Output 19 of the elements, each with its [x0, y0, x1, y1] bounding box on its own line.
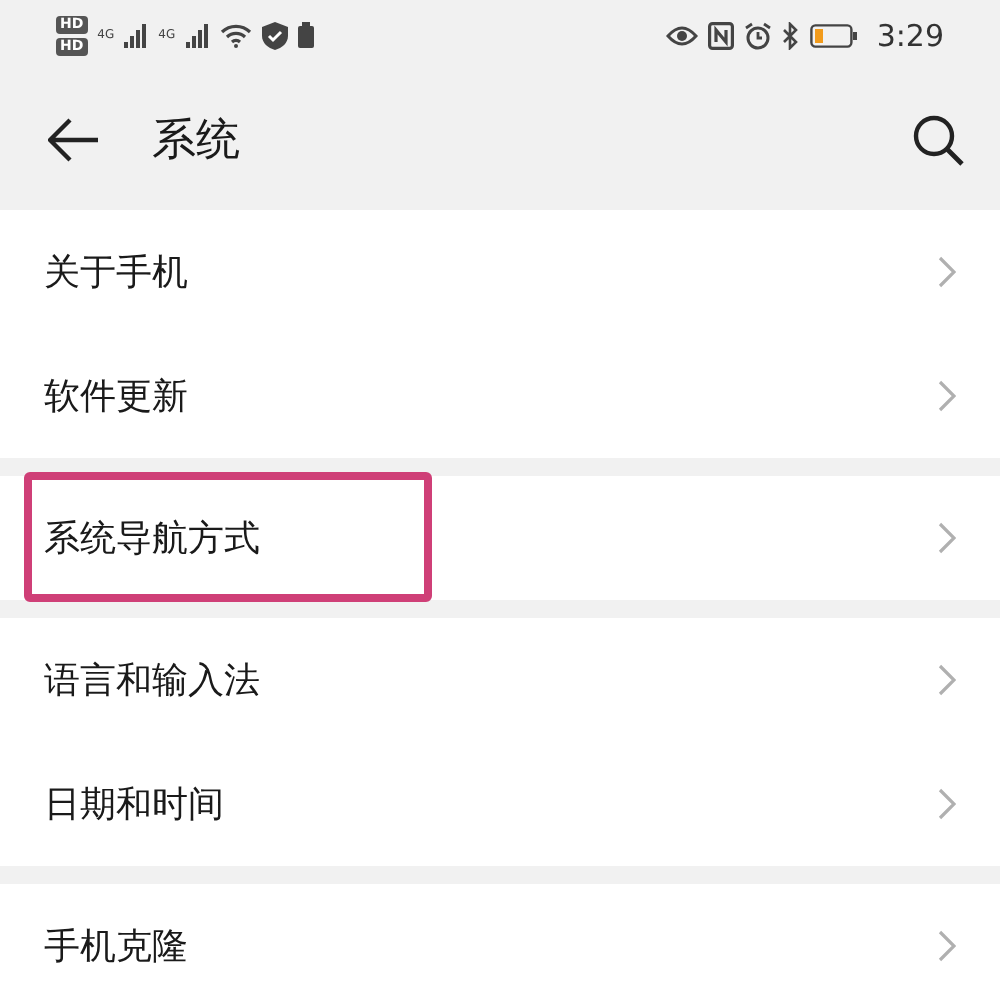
chevron-right-icon	[938, 256, 956, 288]
chevron-right-icon	[938, 788, 956, 820]
signal-icon	[185, 23, 210, 47]
chevron-right-icon	[938, 380, 956, 412]
chevron-right-icon	[938, 664, 956, 696]
eye-icon	[666, 23, 699, 47]
battery-icon	[810, 23, 859, 47]
status-time: 3:29	[876, 17, 944, 53]
page-title: 系统	[152, 114, 242, 170]
signal-icon	[124, 23, 149, 47]
chevron-right-icon	[938, 522, 956, 554]
shield-icon	[261, 21, 288, 49]
wifi-icon	[219, 22, 252, 48]
bluetooth-icon	[782, 21, 801, 49]
search-icon[interactable]	[912, 114, 964, 166]
nfc-icon	[708, 21, 735, 49]
alarm-icon	[744, 21, 773, 49]
back-arrow-icon[interactable]	[48, 118, 100, 162]
chevron-right-icon	[938, 930, 956, 962]
